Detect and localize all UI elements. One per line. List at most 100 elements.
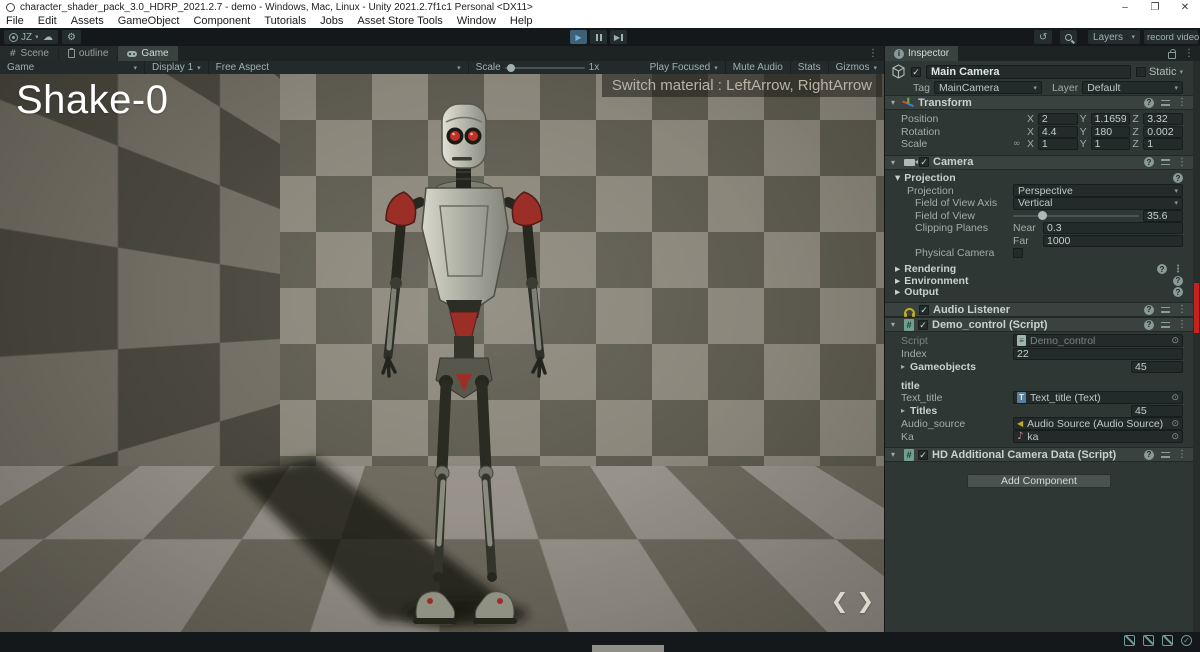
inspector-scrollbar[interactable]: [1193, 61, 1200, 632]
tab-game[interactable]: Game: [118, 46, 177, 61]
menu-file[interactable]: File: [6, 15, 24, 28]
tab-outline[interactable]: outline: [59, 46, 117, 61]
environment-foldout[interactable]: ▸ Environment ?: [885, 275, 1193, 287]
search-button[interactable]: [1060, 30, 1077, 44]
help-icon[interactable]: ?: [1173, 173, 1183, 183]
presets-icon[interactable]: [1161, 99, 1170, 107]
layout-dropdown[interactable]: record video ▾: [1144, 30, 1198, 44]
layers-dropdown[interactable]: Layers ▾: [1088, 30, 1140, 44]
tag-dropdown[interactable]: MainCamera ▾: [934, 81, 1042, 94]
component-menu-icon[interactable]: ⋮: [1177, 304, 1187, 315]
menu-edit[interactable]: Edit: [38, 15, 57, 28]
audio-listener-header[interactable]: ✓ Audio Listener ? ⋮: [885, 302, 1193, 317]
inspector-menu-icon[interactable]: ⋮: [1184, 48, 1194, 59]
demo-control-checkbox[interactable]: ✓: [918, 320, 928, 330]
tab-scene[interactable]: # Scene: [0, 46, 58, 61]
menu-gameobject[interactable]: GameObject: [118, 15, 180, 28]
menu-help[interactable]: Help: [510, 15, 533, 28]
progress-complete-icon[interactable]: ✓: [1181, 635, 1192, 646]
menu-component[interactable]: Component: [193, 15, 250, 28]
scale-slider[interactable]: [505, 67, 585, 69]
component-menu-icon[interactable]: ⋮: [1177, 449, 1187, 460]
foldout-open-icon[interactable]: ▾: [891, 450, 900, 459]
camera-header[interactable]: ▾ ✓ Camera ? ⋮: [885, 155, 1193, 170]
menu-asset-store-tools[interactable]: Asset Store Tools: [357, 15, 442, 28]
output-foldout[interactable]: ▸ Output ?: [885, 287, 1193, 299]
help-icon[interactable]: ?: [1144, 157, 1154, 167]
hd-camera-data-checkbox[interactable]: ✓: [918, 450, 928, 460]
undo-history-button[interactable]: ↺: [1034, 30, 1052, 44]
menu-tutorials[interactable]: Tutorials: [264, 15, 306, 28]
projection-dropdown[interactable]: Perspective ▾: [1013, 184, 1183, 197]
rendering-foldout[interactable]: ▸ Rendering ? ⋮: [885, 264, 1193, 276]
titles-count-field[interactable]: [1131, 405, 1183, 417]
constrain-proportions-icon[interactable]: ∞: [1013, 139, 1025, 149]
cloud-button[interactable]: ☁: [38, 30, 58, 44]
index-field[interactable]: [1013, 348, 1183, 360]
step-button[interactable]: ▶: [610, 30, 627, 44]
ka-object-field[interactable]: ♪ ka ⊙: [1013, 430, 1183, 443]
pause-button[interactable]: [590, 30, 607, 44]
help-icon[interactable]: ?: [1144, 98, 1154, 108]
object-picker-icon[interactable]: ⊙: [1171, 432, 1179, 442]
fov-axis-dropdown[interactable]: Vertical ▾: [1013, 197, 1183, 210]
cache-disabled-icon[interactable]: [1143, 635, 1154, 646]
static-checkbox[interactable]: [1136, 67, 1146, 77]
text-title-object-field[interactable]: T Text_title (Text) ⊙: [1013, 391, 1183, 404]
presets-icon[interactable]: [1161, 306, 1170, 314]
tab-inspector[interactable]: i Inspector: [885, 46, 958, 61]
foldout-closed-icon[interactable]: ▸: [901, 406, 910, 415]
notifications-disabled-icon[interactable]: [1162, 635, 1173, 646]
component-menu-icon[interactable]: ⋮: [1177, 319, 1187, 330]
maximize-button[interactable]: ❐: [1140, 0, 1170, 15]
game-viewport[interactable]: Shake-0 Switch material : LeftArrow, Rig…: [0, 74, 884, 632]
audio-listener-checkbox[interactable]: ✓: [919, 305, 929, 315]
presets-icon[interactable]: [1161, 451, 1170, 459]
foldout-open-icon[interactable]: ▾: [891, 158, 900, 167]
presets-icon[interactable]: [1161, 158, 1170, 166]
next-arrow[interactable]: ❯: [856, 589, 874, 614]
refresh-disabled-icon[interactable]: [1124, 635, 1135, 646]
object-picker-icon[interactable]: ⊙: [1171, 419, 1179, 429]
presets-icon[interactable]: [1161, 321, 1170, 329]
display-target-dropdown[interactable]: Game ▾: [0, 61, 145, 74]
position-y-field[interactable]: [1091, 113, 1131, 125]
help-icon[interactable]: ?: [1173, 287, 1183, 297]
menu-window[interactable]: Window: [457, 15, 496, 28]
help-icon[interactable]: ?: [1144, 305, 1154, 315]
layer-dropdown[interactable]: Default ▾: [1082, 81, 1183, 94]
far-field[interactable]: [1043, 235, 1183, 247]
gameobject-name-field[interactable]: [926, 65, 1131, 79]
position-z-field[interactable]: [1143, 113, 1183, 125]
settings-button[interactable]: ⚙: [62, 30, 81, 44]
mute-audio-toggle[interactable]: Mute Audio: [726, 61, 791, 74]
gameobjects-count-field[interactable]: [1131, 361, 1183, 373]
scale-z-field[interactable]: [1143, 138, 1183, 150]
scale-x-field[interactable]: [1038, 138, 1078, 150]
script-object-field[interactable]: ≡ Demo_control ⊙: [1013, 334, 1183, 347]
object-picker-icon[interactable]: ⊙: [1171, 393, 1179, 403]
static-dropdown[interactable]: Static ▾: [1136, 66, 1183, 78]
lock-icon[interactable]: [1168, 52, 1176, 59]
foldout-closed-icon[interactable]: ▸: [901, 362, 910, 371]
panel-menu-icon[interactable]: ⋮: [862, 46, 884, 61]
component-menu-icon[interactable]: ⋮: [1177, 157, 1187, 168]
help-icon[interactable]: ?: [1173, 276, 1183, 286]
minimize-button[interactable]: –: [1110, 0, 1140, 15]
close-button[interactable]: ✕: [1170, 0, 1200, 15]
help-icon[interactable]: ?: [1144, 450, 1154, 460]
audio-source-object-field[interactable]: ◀ Audio Source (Audio Source) ⊙: [1013, 417, 1183, 430]
scale-y-field[interactable]: [1091, 138, 1131, 150]
add-component-button[interactable]: Add Component: [967, 474, 1111, 488]
prev-arrow[interactable]: ❮: [831, 589, 849, 614]
foldout-open-icon[interactable]: ▾: [891, 98, 900, 107]
stats-toggle[interactable]: Stats: [791, 61, 829, 74]
rotation-x-field[interactable]: [1038, 126, 1078, 138]
transform-header[interactable]: ▾ Transform ? ⋮: [885, 95, 1193, 110]
demo-control-header[interactable]: ▾ # ✓ Demo_control (Script) ? ⋮: [885, 317, 1193, 332]
gizmos-dropdown[interactable]: Gizmos ▾: [829, 61, 884, 74]
help-icon[interactable]: ?: [1157, 264, 1167, 274]
aspect-dropdown[interactable]: Free Aspect ▾: [209, 61, 469, 74]
physical-camera-checkbox[interactable]: [1013, 248, 1023, 258]
menu-jobs[interactable]: Jobs: [320, 15, 343, 28]
